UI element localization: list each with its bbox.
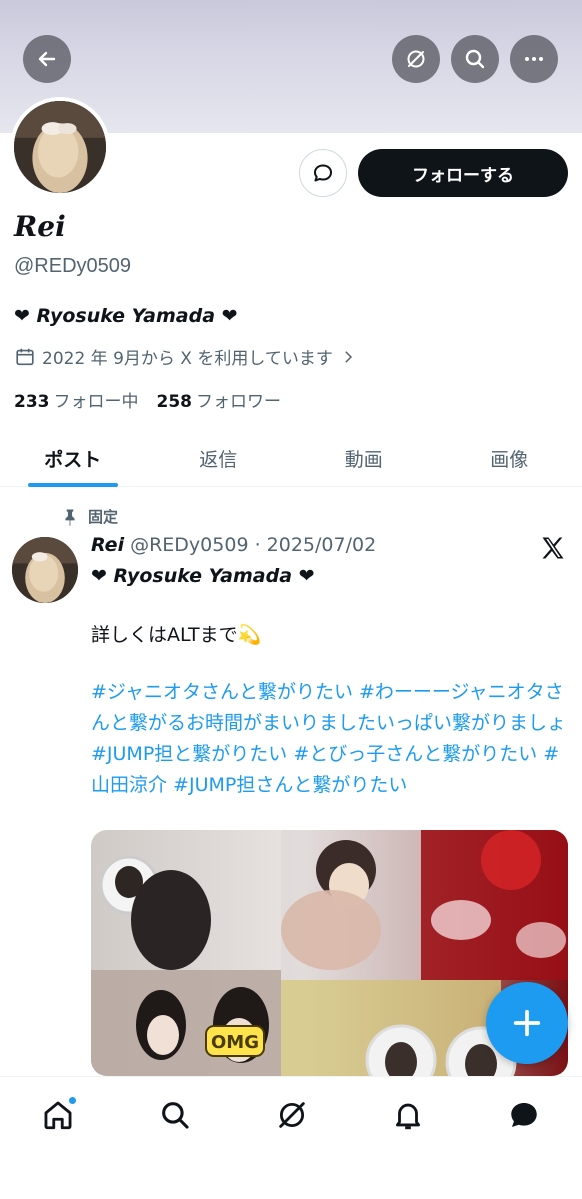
notifications-icon	[395, 1103, 421, 1130]
message-icon	[314, 164, 332, 182]
calendar-icon	[16, 348, 34, 365]
profile-bio: ❤ Ryosuke Yamada ❤	[14, 305, 238, 327]
followers-link[interactable]: 258 フォロワー	[157, 387, 282, 412]
post-handle-date[interactable]: @REDy0509 · 2025/07/02	[130, 534, 376, 556]
post-text: 詳しくはALTまで💫	[91, 624, 262, 646]
search-button[interactable]	[451, 35, 499, 83]
back-button[interactable]	[23, 35, 71, 83]
messages-icon	[511, 1102, 537, 1128]
plus-icon	[513, 1009, 541, 1037]
followers-count: 258	[156, 392, 193, 412]
following-label: フォロー中	[53, 392, 139, 412]
home-notification-dot	[68, 1096, 77, 1105]
nav-grok[interactable]	[272, 1095, 312, 1135]
post-author-name[interactable]: Rei	[91, 534, 124, 556]
tab-posts[interactable]: ポスト	[0, 430, 146, 486]
more-icon	[525, 57, 543, 61]
message-button[interactable]	[299, 149, 347, 197]
search-icon	[465, 49, 485, 69]
following-link[interactable]: 233 フォロー中	[14, 387, 139, 412]
x-logo-icon[interactable]	[539, 534, 567, 562]
arrow-left-icon	[38, 51, 56, 67]
more-button[interactable]	[510, 35, 558, 83]
bottom-navigation	[0, 1076, 582, 1199]
nav-messages[interactable]	[504, 1095, 544, 1135]
grok-button[interactable]	[392, 35, 440, 83]
post-hashtags[interactable]: #ジャニオタさんと繋がりたい #わーーージャニオタさんと繋がるお時間がまいりまし…	[91, 677, 569, 801]
grok-icon	[407, 50, 425, 68]
profile-handle: @REDy0509	[14, 255, 132, 277]
post-avatar[interactable]	[12, 537, 78, 603]
profile-tabs: ポスト 返信 動画 画像	[0, 430, 582, 487]
avatar-image	[14, 101, 106, 193]
search-icon	[162, 1102, 189, 1129]
pinned-text: 固定	[88, 508, 119, 526]
pinned-label: 固定	[60, 506, 118, 527]
nav-search[interactable]	[155, 1095, 195, 1135]
display-name: Rei	[14, 210, 66, 243]
profile-avatar[interactable]	[10, 97, 110, 197]
nav-notifications[interactable]	[388, 1095, 428, 1135]
post-author-bio: ❤ Ryosuke Yamada ❤	[91, 565, 315, 587]
tab-videos[interactable]: 動画	[291, 430, 437, 486]
compose-button[interactable]	[486, 982, 568, 1064]
tab-replies[interactable]: 返信	[146, 430, 292, 486]
joined-date-row[interactable]: 2022 年 9月から X を利用しています	[14, 344, 357, 369]
followers-label: フォロワー	[196, 392, 281, 412]
post-header: Rei @REDy0509 · 2025/07/02	[91, 534, 376, 556]
follow-counts: 233 フォロー中 258 フォロワー	[14, 387, 281, 412]
tab-images[interactable]: 画像	[437, 430, 582, 486]
nav-home[interactable]	[38, 1095, 78, 1135]
media-stamp: OMG	[211, 1032, 259, 1053]
following-count: 233	[14, 392, 50, 412]
chevron-right-icon	[345, 350, 352, 363]
follow-button[interactable]: フォローする	[358, 149, 568, 197]
joined-date-text: 2022 年 9月から X を利用しています	[42, 349, 333, 369]
grok-icon	[279, 1102, 305, 1128]
pin-icon	[65, 509, 75, 526]
post-avatar-image	[12, 537, 78, 603]
